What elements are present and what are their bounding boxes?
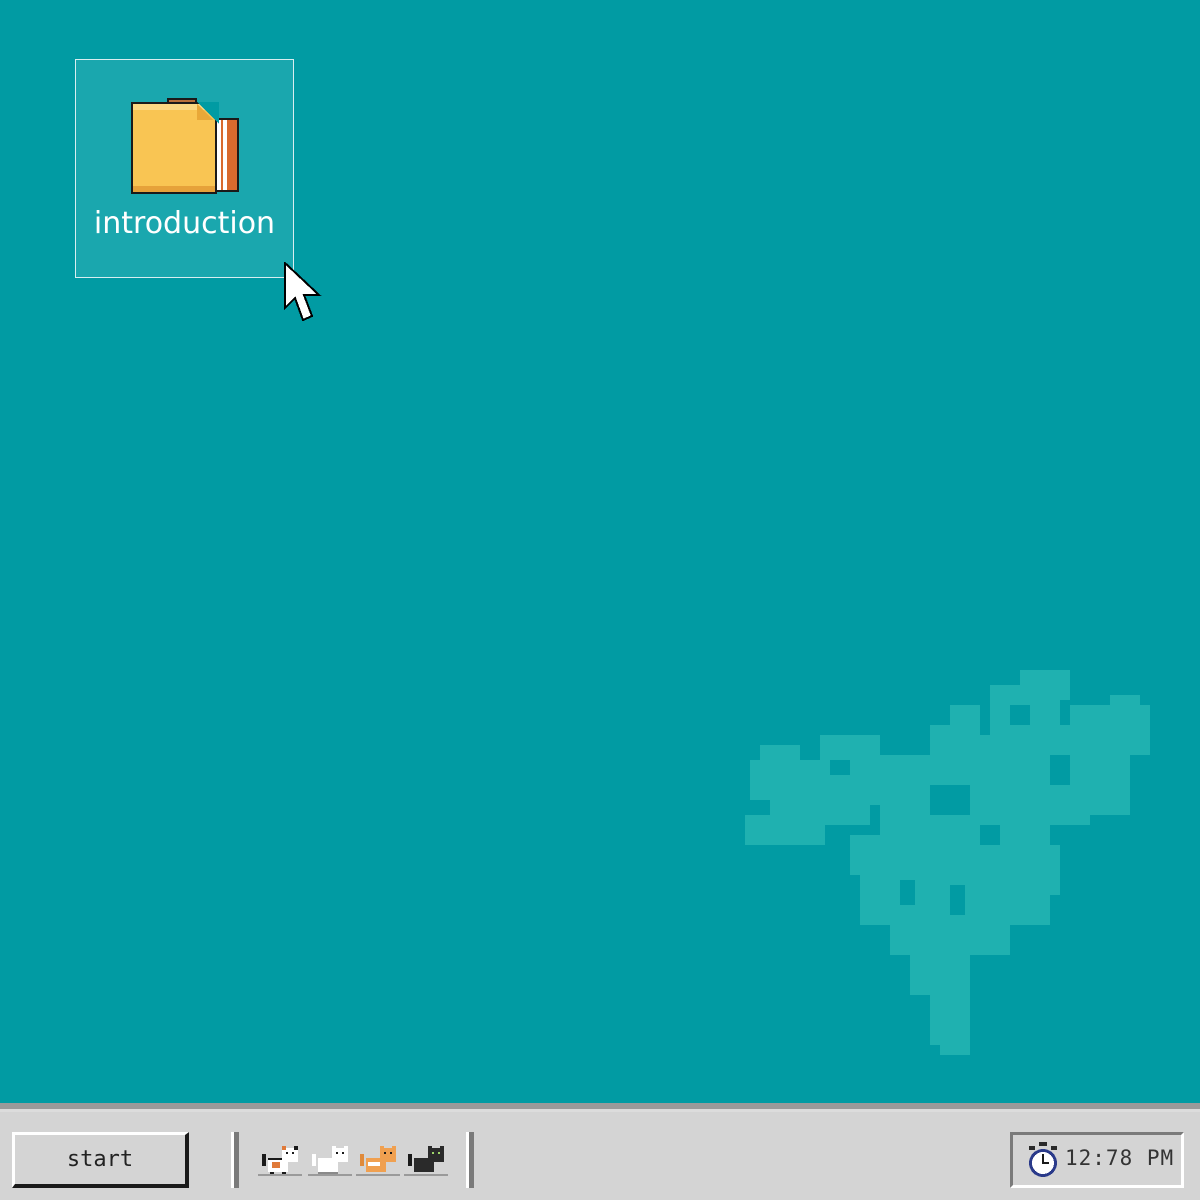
desktop[interactable]: introduction (0, 0, 1200, 1103)
stopwatch-icon (1029, 1142, 1057, 1177)
desktop-icon-introduction[interactable]: introduction (75, 59, 294, 278)
taskbar-divider (466, 1132, 474, 1188)
white-cat-icon[interactable] (308, 1142, 352, 1178)
taskbar: start 12:78 PM (0, 1112, 1200, 1200)
mouse-pointer-icon (284, 262, 322, 322)
clock-time: 12:78 PM (1065, 1146, 1175, 1170)
start-button[interactable]: start (12, 1132, 189, 1188)
quick-launch-tray (258, 1142, 458, 1182)
taskbar-divider (231, 1132, 239, 1188)
calico-cat-icon[interactable] (258, 1142, 302, 1178)
black-cat-icon[interactable] (404, 1142, 448, 1178)
watermark-logo (745, 670, 1150, 1055)
folder-icon (131, 98, 239, 194)
orange-cat-icon[interactable] (356, 1142, 400, 1178)
system-tray-clock[interactable]: 12:78 PM (1010, 1132, 1184, 1188)
desktop-icon-label: introduction (93, 206, 276, 241)
